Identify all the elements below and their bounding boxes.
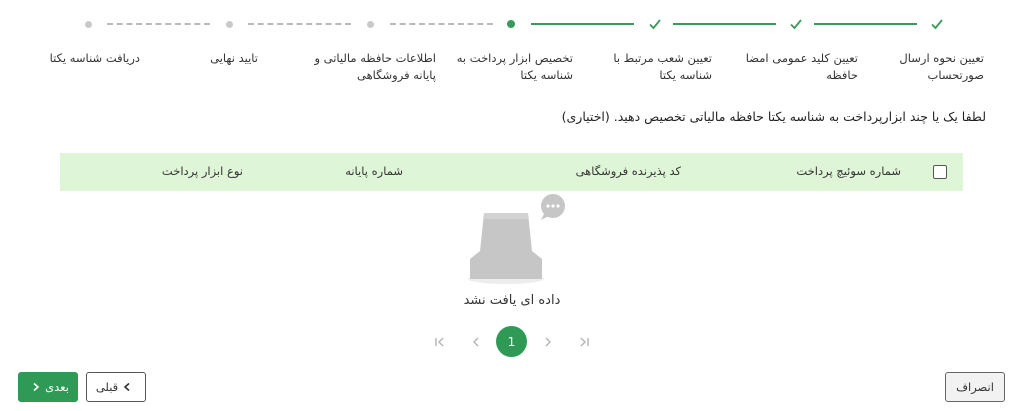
- table-header: شماره سوئیچ پرداخت کد پذیرنده فروشگاهی ش…: [60, 153, 963, 191]
- step-connector: [814, 23, 917, 25]
- step-2-check-icon: [786, 14, 806, 34]
- select-all-checkbox[interactable]: [933, 165, 947, 179]
- instruction-text: لطفا یک یا چند ابزارپرداخت به شناسه یکتا…: [561, 109, 986, 124]
- prev-page-button[interactable]: [466, 326, 486, 358]
- empty-state-text: داده ای یافت نشد: [463, 293, 561, 308]
- column-header-merchant-code: کد پذیرنده فروشگاهی: [575, 164, 681, 178]
- chevron-right-icon: [33, 382, 40, 392]
- step-1-check-icon: [927, 14, 947, 34]
- next-page-button[interactable]: [538, 326, 558, 358]
- step-label-7: دریافت شناسه یکتا: [49, 51, 140, 65]
- step-label-6: تایید نهایی: [210, 51, 258, 65]
- step-4-current-dot: [501, 14, 521, 34]
- step-connector: [107, 23, 210, 25]
- step-7-dot: [78, 14, 98, 34]
- step-5-dot: [360, 14, 380, 34]
- chevron-right-icon: [545, 337, 552, 347]
- step-label-3: تعیین شعب مرتبط با شناسه یکتا: [613, 51, 712, 82]
- cancel-button[interactable]: انصراف: [945, 372, 1005, 402]
- first-page-button[interactable]: [430, 326, 450, 358]
- step-3-check-icon: [645, 14, 665, 34]
- last-page-button[interactable]: [574, 326, 594, 358]
- pagination: 1: [0, 326, 1024, 358]
- column-header-terminal-number: شماره پایانه: [345, 164, 403, 178]
- step-connector: [248, 23, 351, 25]
- empty-box-icon: [468, 194, 565, 284]
- step-connector: [531, 23, 634, 25]
- last-page-icon: [580, 337, 589, 347]
- step-label-5: اطلاعات حافظه مالیاتی و پایانه فروشگاهی: [314, 51, 436, 82]
- step-connector: [673, 23, 776, 25]
- step-connector: [390, 23, 493, 25]
- step-label-2: تعیین کلید عمومی امضا حافظه: [745, 51, 858, 82]
- cancel-button-label: انصراف: [956, 380, 994, 394]
- column-header-payment-tool-type: نوع ابزار پرداخت: [161, 164, 243, 178]
- step-label-1: تعیین نحوه ارسال صورتحساب: [899, 51, 984, 82]
- next-button-label: بعدی: [45, 380, 69, 394]
- stepper: [0, 14, 1024, 34]
- next-button[interactable]: بعدی: [18, 372, 78, 402]
- previous-button-label: قبلی: [95, 380, 119, 394]
- page-button-current[interactable]: 1: [496, 326, 527, 357]
- previous-button[interactable]: قبلی: [86, 372, 146, 402]
- chevron-left-icon: [472, 337, 479, 347]
- first-page-icon: [435, 337, 444, 347]
- chevron-left-icon: [123, 382, 130, 392]
- step-6-dot: [219, 14, 239, 34]
- column-header-switch-number: شماره سوئیچ پرداخت: [796, 164, 901, 178]
- step-label-4: تخصیص ابزار پرداخت به شناسه یکتا: [456, 51, 573, 82]
